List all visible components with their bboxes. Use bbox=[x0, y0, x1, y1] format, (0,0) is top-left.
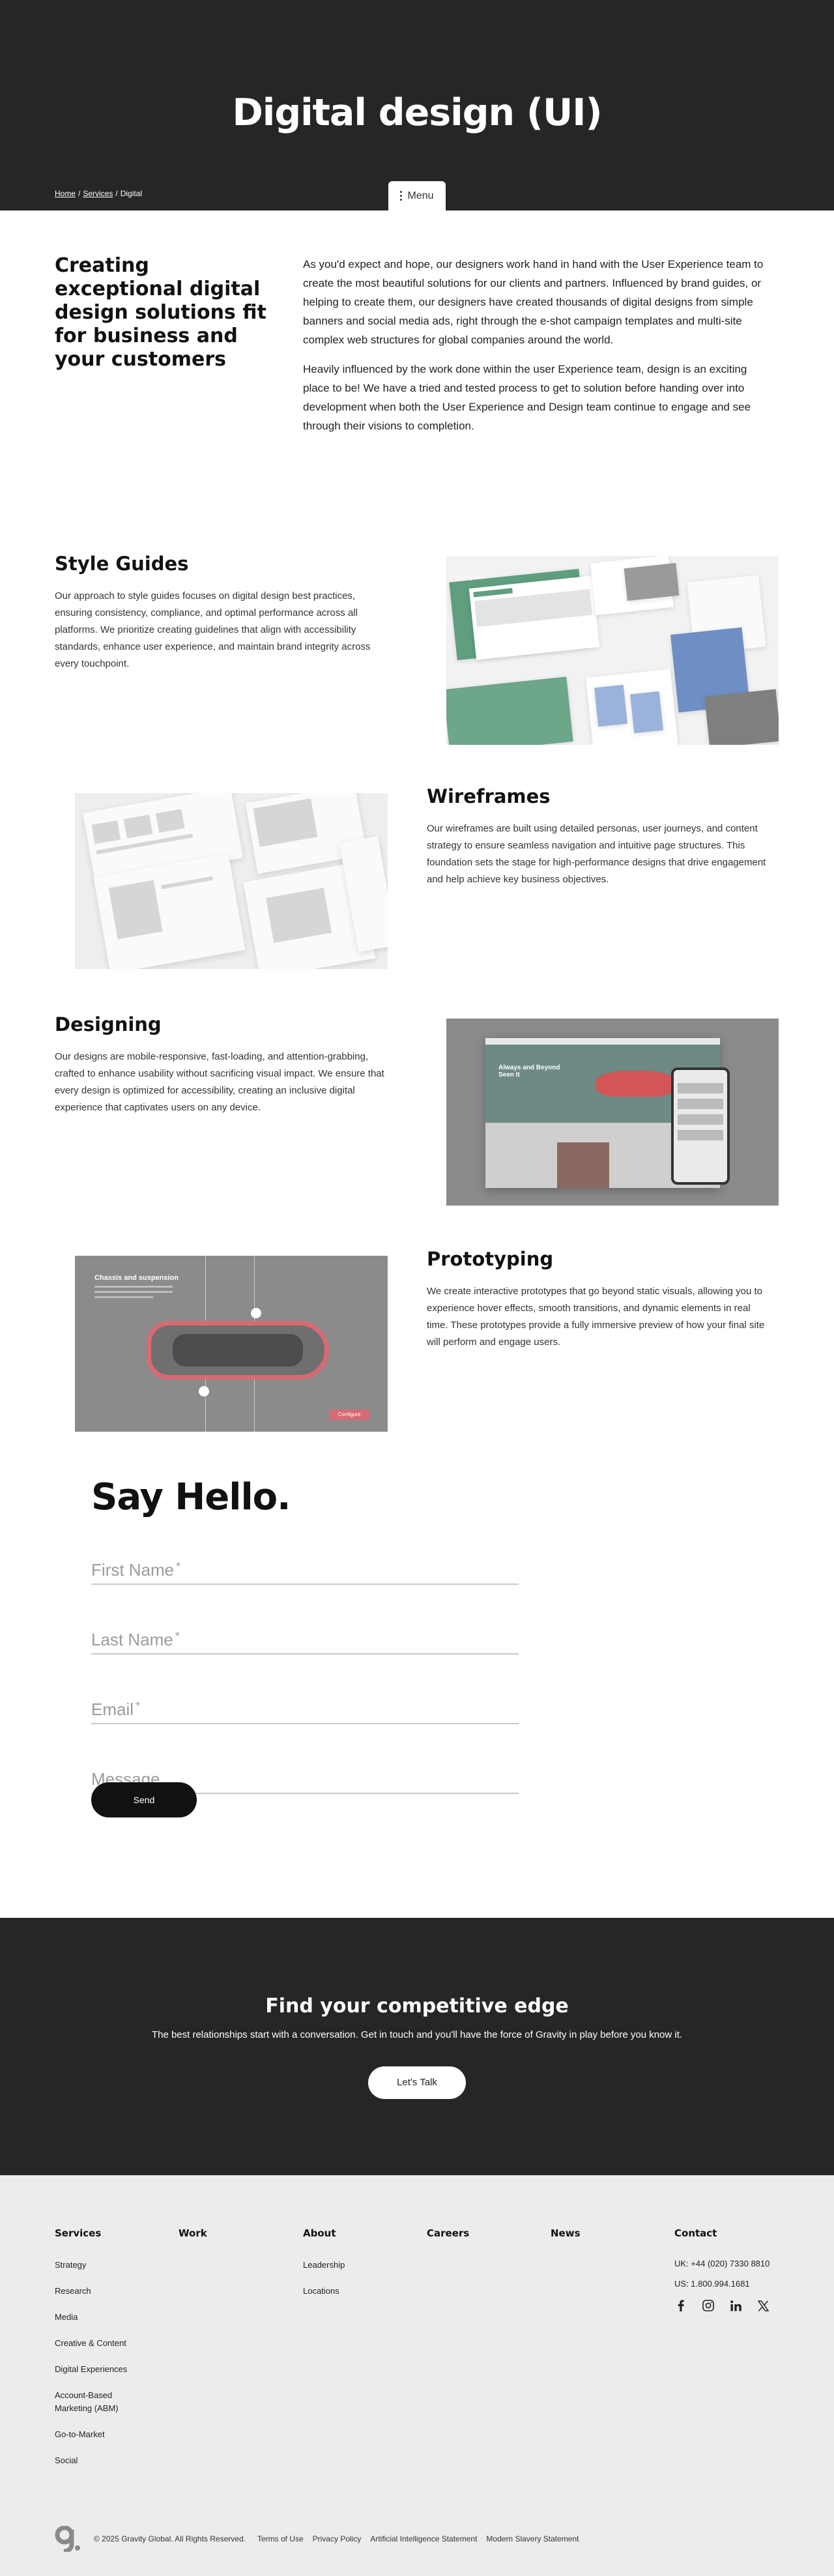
feature-prototyping: Chassis and suspension Configure Prototy… bbox=[0, 1248, 834, 1443]
feature-wireframes: Wireframes Our wireframes are built usin… bbox=[0, 785, 834, 981]
feature-title: Designing bbox=[55, 1013, 162, 1035]
intro-paragraph: As you'd expect and hope, our designers … bbox=[303, 258, 764, 346]
breadcrumb-services-link[interactable]: Services bbox=[83, 189, 113, 198]
breadcrumb-current: Digital bbox=[120, 189, 143, 198]
email-field[interactable]: Email * bbox=[91, 1685, 521, 1755]
site-footer: Services Strategy Research Media Creativ… bbox=[0, 2175, 834, 2576]
more-vertical-icon bbox=[400, 191, 403, 201]
footer-heading-contact[interactable]: Contact bbox=[674, 2227, 769, 2239]
footer-link[interactable]: Research bbox=[55, 2285, 172, 2298]
footer-column-news: News bbox=[551, 2227, 581, 2259]
intro-paragraph: Heavily influenced by the work done with… bbox=[303, 363, 751, 432]
footer-link[interactable]: Social bbox=[55, 2454, 172, 2467]
footer-link[interactable]: Strategy bbox=[55, 2259, 172, 2272]
send-button[interactable]: Send bbox=[91, 1782, 197, 1817]
footer-heading-work[interactable]: Work bbox=[179, 2227, 207, 2239]
footer-link[interactable]: Leadership bbox=[303, 2259, 345, 2272]
footer-link[interactable]: Account-Based Marketing (ABM) bbox=[55, 2389, 139, 2415]
footer-link[interactable]: Locations bbox=[303, 2285, 345, 2298]
uk-phone[interactable]: UK: +44 (020) 7330 8810 bbox=[674, 2259, 769, 2268]
social-links bbox=[674, 2299, 769, 2312]
lets-talk-button[interactable]: Let's Talk bbox=[368, 2066, 466, 2099]
us-phone[interactable]: US: 1.800.994.1681 bbox=[674, 2279, 769, 2289]
footer-link[interactable]: Media bbox=[55, 2311, 172, 2324]
cta-section: Find your competitive edge The best rela… bbox=[0, 1918, 834, 2175]
last-name-input[interactable] bbox=[91, 1615, 519, 1655]
gravity-logo[interactable] bbox=[55, 2526, 81, 2552]
first-name-field[interactable]: First Name * bbox=[91, 1546, 521, 1615]
modern-slavery-link[interactable]: Modern Slavery Statement bbox=[486, 2534, 579, 2543]
page-hero: Digital design (UI) Home / Services / Digita… bbox=[0, 0, 834, 210]
footer-link[interactable]: Go-to-Market bbox=[55, 2428, 172, 2441]
intro-heading: Creating exceptional digital design solu… bbox=[55, 254, 266, 371]
prototyping-image-title: Chassis and suspension bbox=[94, 1274, 179, 1282]
cta-heading: Find your competitive edge bbox=[265, 1995, 569, 2018]
facebook-icon[interactable] bbox=[674, 2299, 687, 2312]
first-name-input[interactable] bbox=[91, 1546, 519, 1585]
footer-link[interactable]: Creative & Content bbox=[55, 2337, 172, 2350]
footer-column-services: Services Strategy Research Media Creativ… bbox=[55, 2227, 172, 2480]
footer-heading-about[interactable]: About bbox=[303, 2227, 345, 2239]
feature-style-guides: Style Guides Our approach to style guide… bbox=[0, 531, 834, 745]
email-input[interactable] bbox=[91, 1685, 519, 1724]
intro-copy: As you'd expect and hope, our designers … bbox=[303, 255, 772, 435]
designing-image-headline: Always and Beyond Seen It bbox=[498, 1064, 560, 1078]
prototyping-image: Chassis and suspension Configure bbox=[75, 1256, 388, 1432]
breadcrumb: Home / Services / Digital bbox=[55, 189, 143, 198]
feature-title: Style Guides bbox=[55, 553, 189, 575]
privacy-link[interactable]: Privacy Policy bbox=[313, 2534, 362, 2543]
page-title: Digital design (UI) bbox=[232, 91, 602, 134]
feature-body: Our designs are mobile-responsive, fast-… bbox=[55, 1051, 384, 1113]
feature-designing: Designing Our designs are mobile-respons… bbox=[0, 1013, 834, 1209]
copyright-text: © 2025 Gravity Global. All Rights Reserv… bbox=[94, 2534, 246, 2543]
feature-body: We create interactive prototypes that go… bbox=[427, 1286, 765, 1348]
wireframes-image bbox=[75, 793, 388, 969]
footer-column-careers: Careers bbox=[427, 2227, 469, 2259]
feature-body: Our approach to style guides focuses on … bbox=[55, 590, 371, 669]
footer-heading-services[interactable]: Services bbox=[55, 2227, 172, 2239]
cta-text: The best relationships start with a conv… bbox=[151, 2029, 683, 2040]
footer-column-about: About Leadership Locations bbox=[303, 2227, 345, 2311]
feature-title: Prototyping bbox=[427, 1248, 554, 1270]
footer-link[interactable]: Digital Experiences bbox=[55, 2363, 172, 2376]
menu-button-label: Menu bbox=[407, 190, 434, 201]
intro-section: Creating exceptional digital design solu… bbox=[0, 210, 834, 484]
x-icon[interactable] bbox=[756, 2299, 769, 2312]
prototyping-cta: Configure bbox=[329, 1410, 369, 1420]
footer-heading-careers[interactable]: Careers bbox=[427, 2227, 469, 2239]
instagram-icon[interactable] bbox=[702, 2299, 715, 2312]
menu-button[interactable]: Menu bbox=[388, 181, 446, 210]
ai-statement-link[interactable]: Artificial Intelligence Statement bbox=[370, 2534, 477, 2543]
footer-bottom-bar: © 2025 Gravity Global. All Rights Reserv… bbox=[55, 2526, 778, 2552]
footer-column-work: Work bbox=[179, 2227, 207, 2259]
footer-column-contact: Contact UK: +44 (020) 7330 8810 US: 1.80… bbox=[674, 2227, 769, 2312]
feature-title: Wireframes bbox=[427, 785, 551, 807]
terms-link[interactable]: Terms of Use bbox=[257, 2534, 304, 2543]
last-name-field[interactable]: Last Name * bbox=[91, 1615, 521, 1685]
contact-form: Say Hello. First Name * Last Name * Email *… bbox=[91, 1476, 521, 1825]
linkedin-icon[interactable] bbox=[729, 2299, 742, 2312]
feature-body: Our wireframes are built using detailed … bbox=[427, 823, 766, 885]
designing-image: Always and Beyond Seen It bbox=[446, 1019, 779, 1206]
style-guide-image: Ecosystem bbox=[446, 556, 779, 745]
footer-heading-news[interactable]: News bbox=[551, 2227, 581, 2239]
contact-heading: Say Hello. bbox=[91, 1476, 291, 1518]
breadcrumb-home-link[interactable]: Home bbox=[55, 189, 76, 198]
